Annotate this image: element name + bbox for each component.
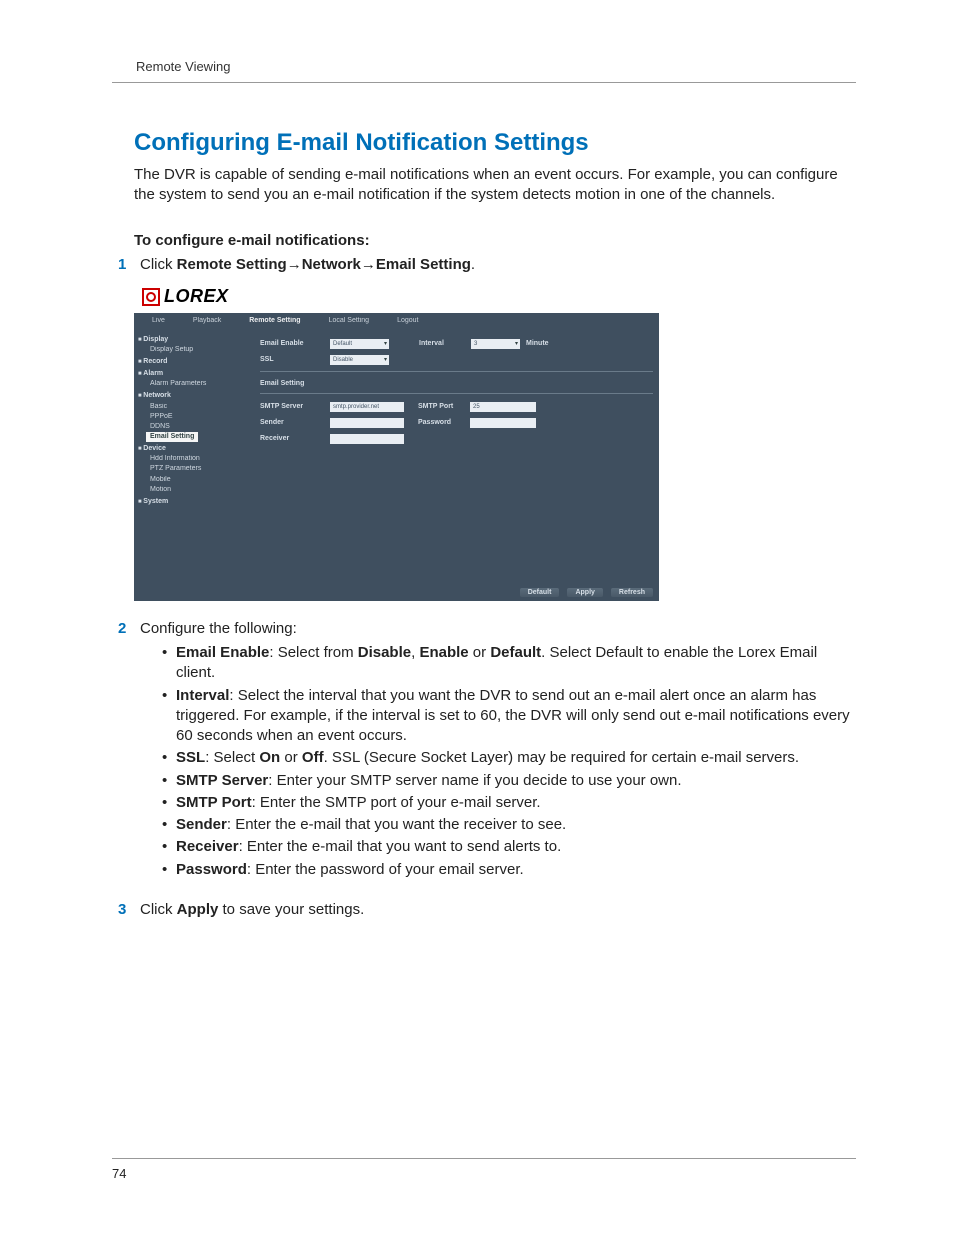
- sidebar-item-motion[interactable]: Motion: [138, 485, 250, 495]
- step-number: 1: [112, 255, 140, 275]
- sidebar-cat-alarm[interactable]: Alarm: [138, 369, 250, 379]
- sidebar-item-display-setup[interactable]: Display Setup: [138, 345, 250, 355]
- step-body: Configure the following: Email Enable: S…: [140, 619, 856, 894]
- top-tabs: Live Playback Remote Setting Local Setti…: [134, 313, 659, 329]
- step-2: 2 Configure the following: Email Enable:…: [112, 619, 856, 894]
- header-text: Remote Viewing: [136, 59, 230, 74]
- label-smtp-port: SMTP Port: [418, 403, 464, 410]
- input-smtp-port[interactable]: 25: [470, 402, 536, 412]
- list-item: Sender: Enter the e-mail that you want t…: [162, 815, 856, 835]
- list-item: SMTP Port: Enter the SMTP port of your e…: [162, 793, 856, 813]
- sidebar-cat-system[interactable]: System: [138, 497, 250, 507]
- select-email-enable[interactable]: Default: [330, 339, 389, 349]
- sidebar-item-hdd-information[interactable]: Hdd Information: [138, 454, 250, 464]
- divider: [260, 371, 653, 372]
- sidebar-cat-display[interactable]: Display: [138, 335, 250, 345]
- bullet-list: Email Enable: Select from Disable, Enabl…: [162, 643, 856, 880]
- sidebar-item-pppoe[interactable]: PPPoE: [138, 412, 250, 422]
- label-interval: Interval: [419, 340, 465, 347]
- label-ssl: SSL: [260, 356, 324, 363]
- sidebar-item-ptz-parameters[interactable]: PTZ Parameters: [138, 464, 250, 474]
- sidebar-cat-device[interactable]: Device: [138, 444, 250, 454]
- step-number: 2: [112, 619, 140, 894]
- label-sender: Sender: [260, 419, 324, 426]
- step-body: Click Remote Setting→Network→Email Setti…: [140, 255, 856, 275]
- step-3: 3 Click Apply to save your settings.: [112, 900, 856, 920]
- step-1: 1 Click Remote Setting→Network→Email Set…: [112, 255, 856, 275]
- input-smtp-server[interactable]: smtp.provider.net: [330, 402, 404, 412]
- default-button[interactable]: Default: [520, 588, 560, 597]
- sidebar-item-basic[interactable]: Basic: [138, 402, 250, 412]
- tab-remote-setting[interactable]: Remote Setting: [249, 317, 300, 324]
- sidebar-item-ddns[interactable]: DDNS: [138, 422, 250, 432]
- sidebar-cat-network[interactable]: Network: [138, 391, 250, 401]
- input-password[interactable]: [470, 418, 536, 428]
- list-item: SMTP Server: Enter your SMTP server name…: [162, 771, 856, 791]
- input-sender[interactable]: [330, 418, 404, 428]
- sidebar-item-mobile[interactable]: Mobile: [138, 475, 250, 485]
- embedded-screenshot: LOREX Live Playback Remote Setting Local…: [134, 281, 659, 601]
- input-receiver[interactable]: [330, 434, 404, 444]
- apply-button[interactable]: Apply: [567, 588, 602, 597]
- tab-local-setting[interactable]: Local Setting: [329, 317, 369, 324]
- label-password: Password: [418, 419, 464, 426]
- refresh-button[interactable]: Refresh: [611, 588, 653, 597]
- label-email-enable: Email Enable: [260, 340, 324, 347]
- page-number: 74: [112, 1166, 126, 1181]
- main-panel: Email Enable Default Interval 3 Minute S…: [254, 329, 659, 581]
- tab-playback[interactable]: Playback: [193, 317, 221, 324]
- tab-live[interactable]: Live: [152, 317, 165, 324]
- intro-paragraph: The DVR is capable of sending e-mail not…: [134, 165, 856, 206]
- step-body: Click Apply to save your settings.: [140, 900, 856, 920]
- list-item: Password: Enter the password of your ema…: [162, 860, 856, 880]
- list-item: SSL: Select On or Off. SSL (Secure Socke…: [162, 748, 856, 768]
- label-smtp-server: SMTP Server: [260, 403, 324, 410]
- footer-buttons: Default Apply Refresh: [520, 588, 653, 597]
- subheading: To configure e-mail notifications:: [134, 232, 856, 249]
- divider: [260, 393, 653, 394]
- label-receiver: Receiver: [260, 435, 324, 442]
- sidebar-item-email-setting[interactable]: Email Setting: [146, 432, 198, 442]
- sidebar-item-alarm-parameters[interactable]: Alarm Parameters: [138, 379, 250, 389]
- select-interval[interactable]: 3: [471, 339, 520, 349]
- tab-logout[interactable]: Logout: [397, 317, 418, 324]
- select-ssl[interactable]: Disable: [330, 355, 389, 365]
- sidebar: Display Display Setup Record Alarm Alarm…: [134, 329, 254, 581]
- section-email-setting: Email Setting: [260, 380, 653, 387]
- list-item: Interval: Select the interval that you w…: [162, 686, 856, 747]
- page-footer: 74: [112, 1158, 856, 1183]
- list-item: Receiver: Enter the e-mail that you want…: [162, 837, 856, 857]
- page-title: Configuring E-mail Notification Settings: [134, 129, 856, 157]
- lorex-logo-text: LOREX: [164, 286, 229, 307]
- sidebar-cat-record[interactable]: Record: [138, 357, 250, 367]
- logo-bar: LOREX: [134, 281, 659, 313]
- step-number: 3: [112, 900, 140, 920]
- list-item: Email Enable: Select from Disable, Enabl…: [162, 643, 856, 684]
- label-interval-unit: Minute: [526, 340, 549, 347]
- page-header: Remote Viewing: [112, 58, 856, 83]
- lorex-logo-icon: [142, 288, 160, 306]
